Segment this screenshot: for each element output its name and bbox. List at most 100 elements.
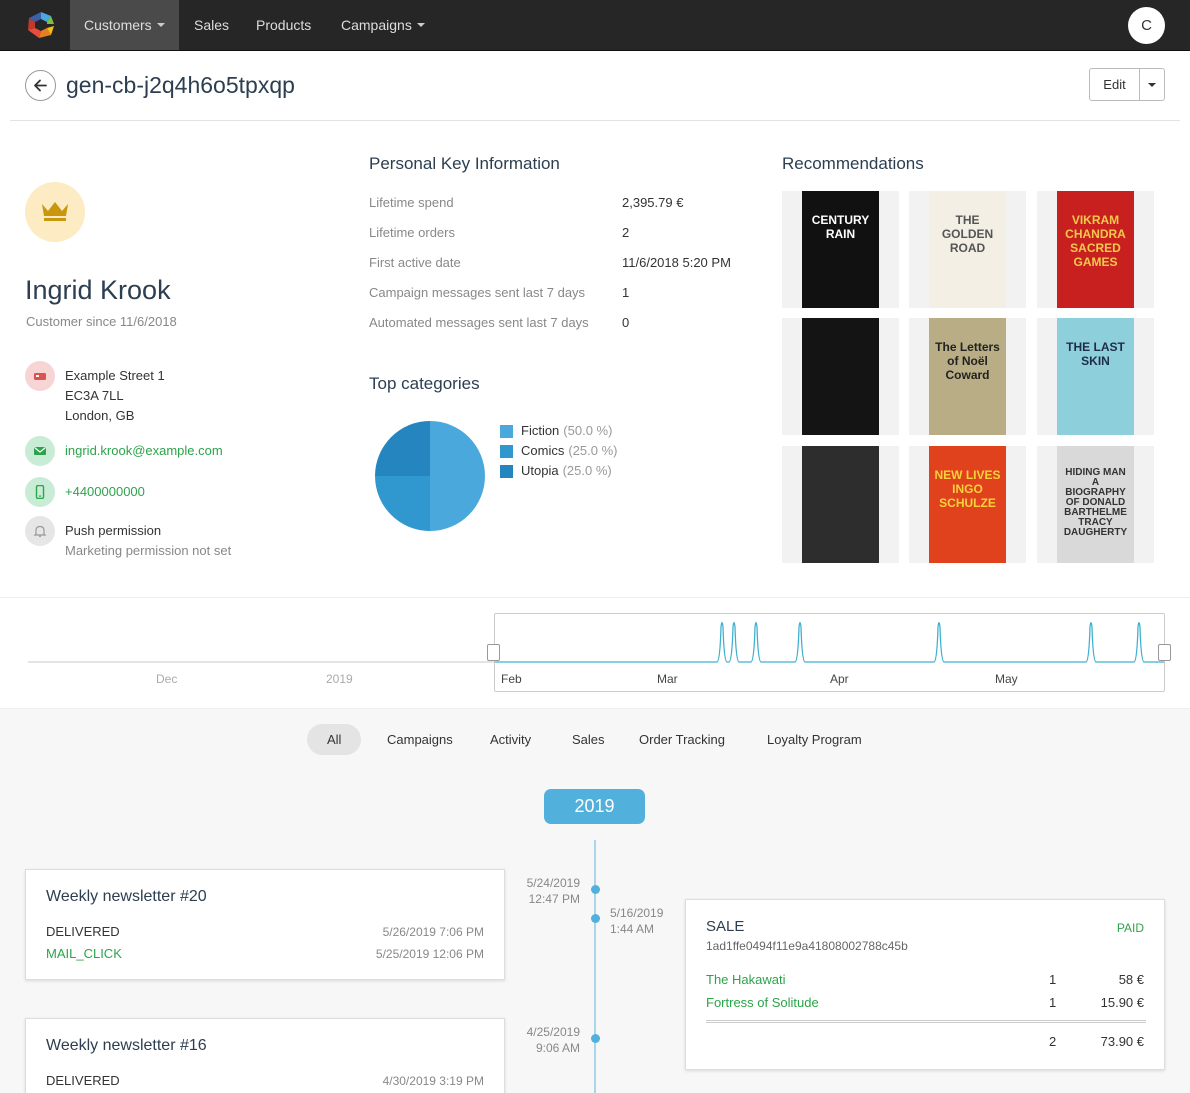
newsletter-title: Weekly newsletter #20 bbox=[46, 888, 207, 905]
book-cover: THE GOLDEN ROAD bbox=[929, 191, 1006, 308]
tab-loyalty-program[interactable]: Loyalty Program bbox=[747, 724, 882, 755]
edit-dropdown-toggle[interactable] bbox=[1139, 68, 1165, 101]
book-cover: VIKRAM CHANDRA SACRED GAMES bbox=[1057, 191, 1134, 308]
timeline-dot bbox=[591, 914, 600, 923]
recommendation-item[interactable]: CENTURY RAIN bbox=[782, 191, 899, 308]
recommendation-item[interactable]: VIKRAM CHANDRA SACRED GAMES bbox=[1037, 191, 1154, 308]
event-date-2-day: 5/16/2019 bbox=[610, 906, 664, 920]
tab-all[interactable]: All bbox=[307, 724, 362, 755]
sale-item-name[interactable]: Fortress of Solitude bbox=[706, 995, 819, 1010]
pie-slice-utopia bbox=[375, 421, 430, 476]
recommendation-item[interactable] bbox=[782, 446, 899, 563]
legend-item-fiction: Fiction (50.0 %) bbox=[521, 423, 612, 438]
sale-total-divider bbox=[706, 1020, 1146, 1023]
address-line-3: London, GB bbox=[65, 408, 135, 423]
newsletter-card[interactable]: Weekly newsletter #16 DELIVERED 4/30/201… bbox=[25, 1018, 505, 1093]
recommendation-item[interactable] bbox=[782, 318, 899, 435]
crown-icon bbox=[42, 202, 68, 221]
range-handle-left[interactable] bbox=[487, 644, 500, 661]
newsletter-status-time: 5/26/2019 7:06 PM bbox=[382, 925, 484, 939]
tab-activity[interactable]: Activity bbox=[470, 724, 551, 755]
range-handle-right[interactable] bbox=[1158, 644, 1171, 661]
sale-item-name[interactable]: The Hakawati bbox=[706, 972, 785, 987]
tab-campaigns[interactable]: Campaigns bbox=[367, 724, 473, 755]
timeline-line bbox=[594, 840, 596, 1093]
book-title: The Letters of Noël Coward bbox=[935, 340, 1000, 382]
chevron-down-icon bbox=[416, 23, 425, 27]
legend-pct-utopia: (25.0 %) bbox=[562, 463, 612, 478]
book-title: VIKRAM CHANDRA SACRED GAMES bbox=[1065, 213, 1126, 269]
book-title: CENTURY RAIN bbox=[811, 213, 870, 241]
pie-slice-comics bbox=[375, 476, 430, 531]
book-cover bbox=[802, 446, 879, 563]
nav-sales[interactable]: Sales bbox=[180, 0, 243, 50]
ki-label-lifetime-orders: Lifetime orders bbox=[369, 225, 455, 240]
header-divider bbox=[10, 120, 1180, 121]
newsletter-status-click: MAIL_CLICK bbox=[46, 946, 122, 961]
tab-sales[interactable]: Sales bbox=[552, 724, 625, 755]
recommendation-item[interactable]: HIDING MAN A BIOGRAPHY OF DONALD BARTHEL… bbox=[1037, 446, 1154, 563]
event-date-1-day: 5/24/2019 bbox=[526, 876, 580, 890]
ki-value-lifetime-spend: 2,395.79 € bbox=[622, 195, 684, 210]
legend-name-fiction: Fiction bbox=[521, 423, 560, 438]
timeline-dot bbox=[591, 1034, 600, 1043]
back-button[interactable] bbox=[25, 70, 56, 101]
legend-swatch-comics bbox=[500, 445, 513, 458]
sale-status-badge: PAID bbox=[1116, 921, 1144, 935]
pie-slice-fiction bbox=[430, 421, 485, 531]
phone-link[interactable]: +4400000000 bbox=[65, 482, 145, 502]
book-title: THE GOLDEN ROAD bbox=[941, 213, 994, 255]
brand-logo-icon[interactable] bbox=[27, 10, 55, 40]
user-avatar[interactable]: C bbox=[1128, 7, 1165, 44]
book-cover bbox=[802, 318, 879, 435]
event-date-3: 4/25/2019 9:06 AM bbox=[527, 1024, 580, 1056]
recommendation-item[interactable]: The Letters of Noël Coward bbox=[909, 318, 1026, 435]
axis-label-dec: Dec bbox=[156, 672, 178, 686]
axis-label-apr: Apr bbox=[830, 672, 849, 686]
recommendations-title: Recommendations bbox=[782, 154, 924, 173]
book-title: NEW LIVES INGO SCHULZE bbox=[934, 468, 1001, 510]
top-nav: Customers Sales Products Campaigns C bbox=[0, 0, 1190, 51]
tab-order-tracking[interactable]: Order Tracking bbox=[619, 724, 745, 755]
sale-id: 1ad1ffe0494f11e9a41808002788c45b bbox=[706, 939, 908, 953]
sale-item-qty: 1 bbox=[1049, 995, 1057, 1010]
event-date-2: 5/16/2019 1:44 AM bbox=[610, 905, 663, 937]
mailbox-icon bbox=[34, 373, 46, 380]
nav-campaigns-label: Campaigns bbox=[341, 17, 412, 33]
recommendation-item[interactable]: THE LAST SKIN bbox=[1037, 318, 1154, 435]
ki-value-first-active: 11/6/2018 5:20 PM bbox=[622, 255, 731, 270]
nav-products[interactable]: Products bbox=[242, 0, 325, 50]
nav-campaigns[interactable]: Campaigns bbox=[327, 0, 439, 50]
edit-button[interactable]: Edit bbox=[1089, 68, 1140, 101]
newsletter-status-delivered: DELIVERED bbox=[46, 1073, 120, 1088]
nav-customers[interactable]: Customers bbox=[70, 0, 179, 50]
axis-label-mar: Mar bbox=[657, 672, 678, 686]
legend-name-comics: Comics bbox=[521, 443, 565, 458]
customer-since: Customer since 11/6/2018 bbox=[26, 314, 177, 329]
top-categories-title: Top categories bbox=[369, 374, 480, 393]
legend-pct-fiction: (50.0 %) bbox=[563, 423, 613, 438]
ki-value-automated-messages: 0 bbox=[622, 315, 630, 330]
newsletter-status-delivered: DELIVERED bbox=[46, 924, 120, 939]
sale-card[interactable]: SALE PAID 1ad1ffe0494f11e9a41808002788c4… bbox=[685, 899, 1165, 1070]
recommendation-item[interactable]: THE GOLDEN ROAD bbox=[909, 191, 1026, 308]
top-categories-pie-chart bbox=[375, 421, 485, 531]
email-link[interactable]: ingrid.krook@example.com bbox=[65, 441, 223, 461]
legend-swatch-utopia bbox=[500, 465, 513, 478]
book-cover: HIDING MAN A BIOGRAPHY OF DONALD BARTHEL… bbox=[1057, 446, 1134, 563]
ki-value-campaign-messages: 1 bbox=[622, 285, 630, 300]
sale-total-price: 73.90 € bbox=[1100, 1034, 1144, 1049]
marketing-permission: Marketing permission not set bbox=[65, 543, 232, 558]
address-badge bbox=[25, 361, 55, 391]
push-permission: Push permission bbox=[65, 523, 162, 538]
phone-badge bbox=[25, 477, 55, 507]
axis-label-may: May bbox=[995, 672, 1018, 686]
axis-label-2019: 2019 bbox=[326, 672, 353, 686]
recommendation-item[interactable]: NEW LIVES INGO SCHULZE bbox=[909, 446, 1026, 563]
sale-total-qty: 2 bbox=[1049, 1034, 1057, 1049]
book-cover: CENTURY RAIN bbox=[802, 191, 879, 308]
book-cover: NEW LIVES INGO SCHULZE bbox=[929, 446, 1006, 563]
newsletter-card[interactable]: Weekly newsletter #20 DELIVERED 5/26/201… bbox=[25, 869, 505, 980]
book-title: HIDING MAN A BIOGRAPHY OF DONALD BARTHEL… bbox=[1063, 467, 1128, 538]
ki-label-first-active: First active date bbox=[369, 255, 461, 270]
